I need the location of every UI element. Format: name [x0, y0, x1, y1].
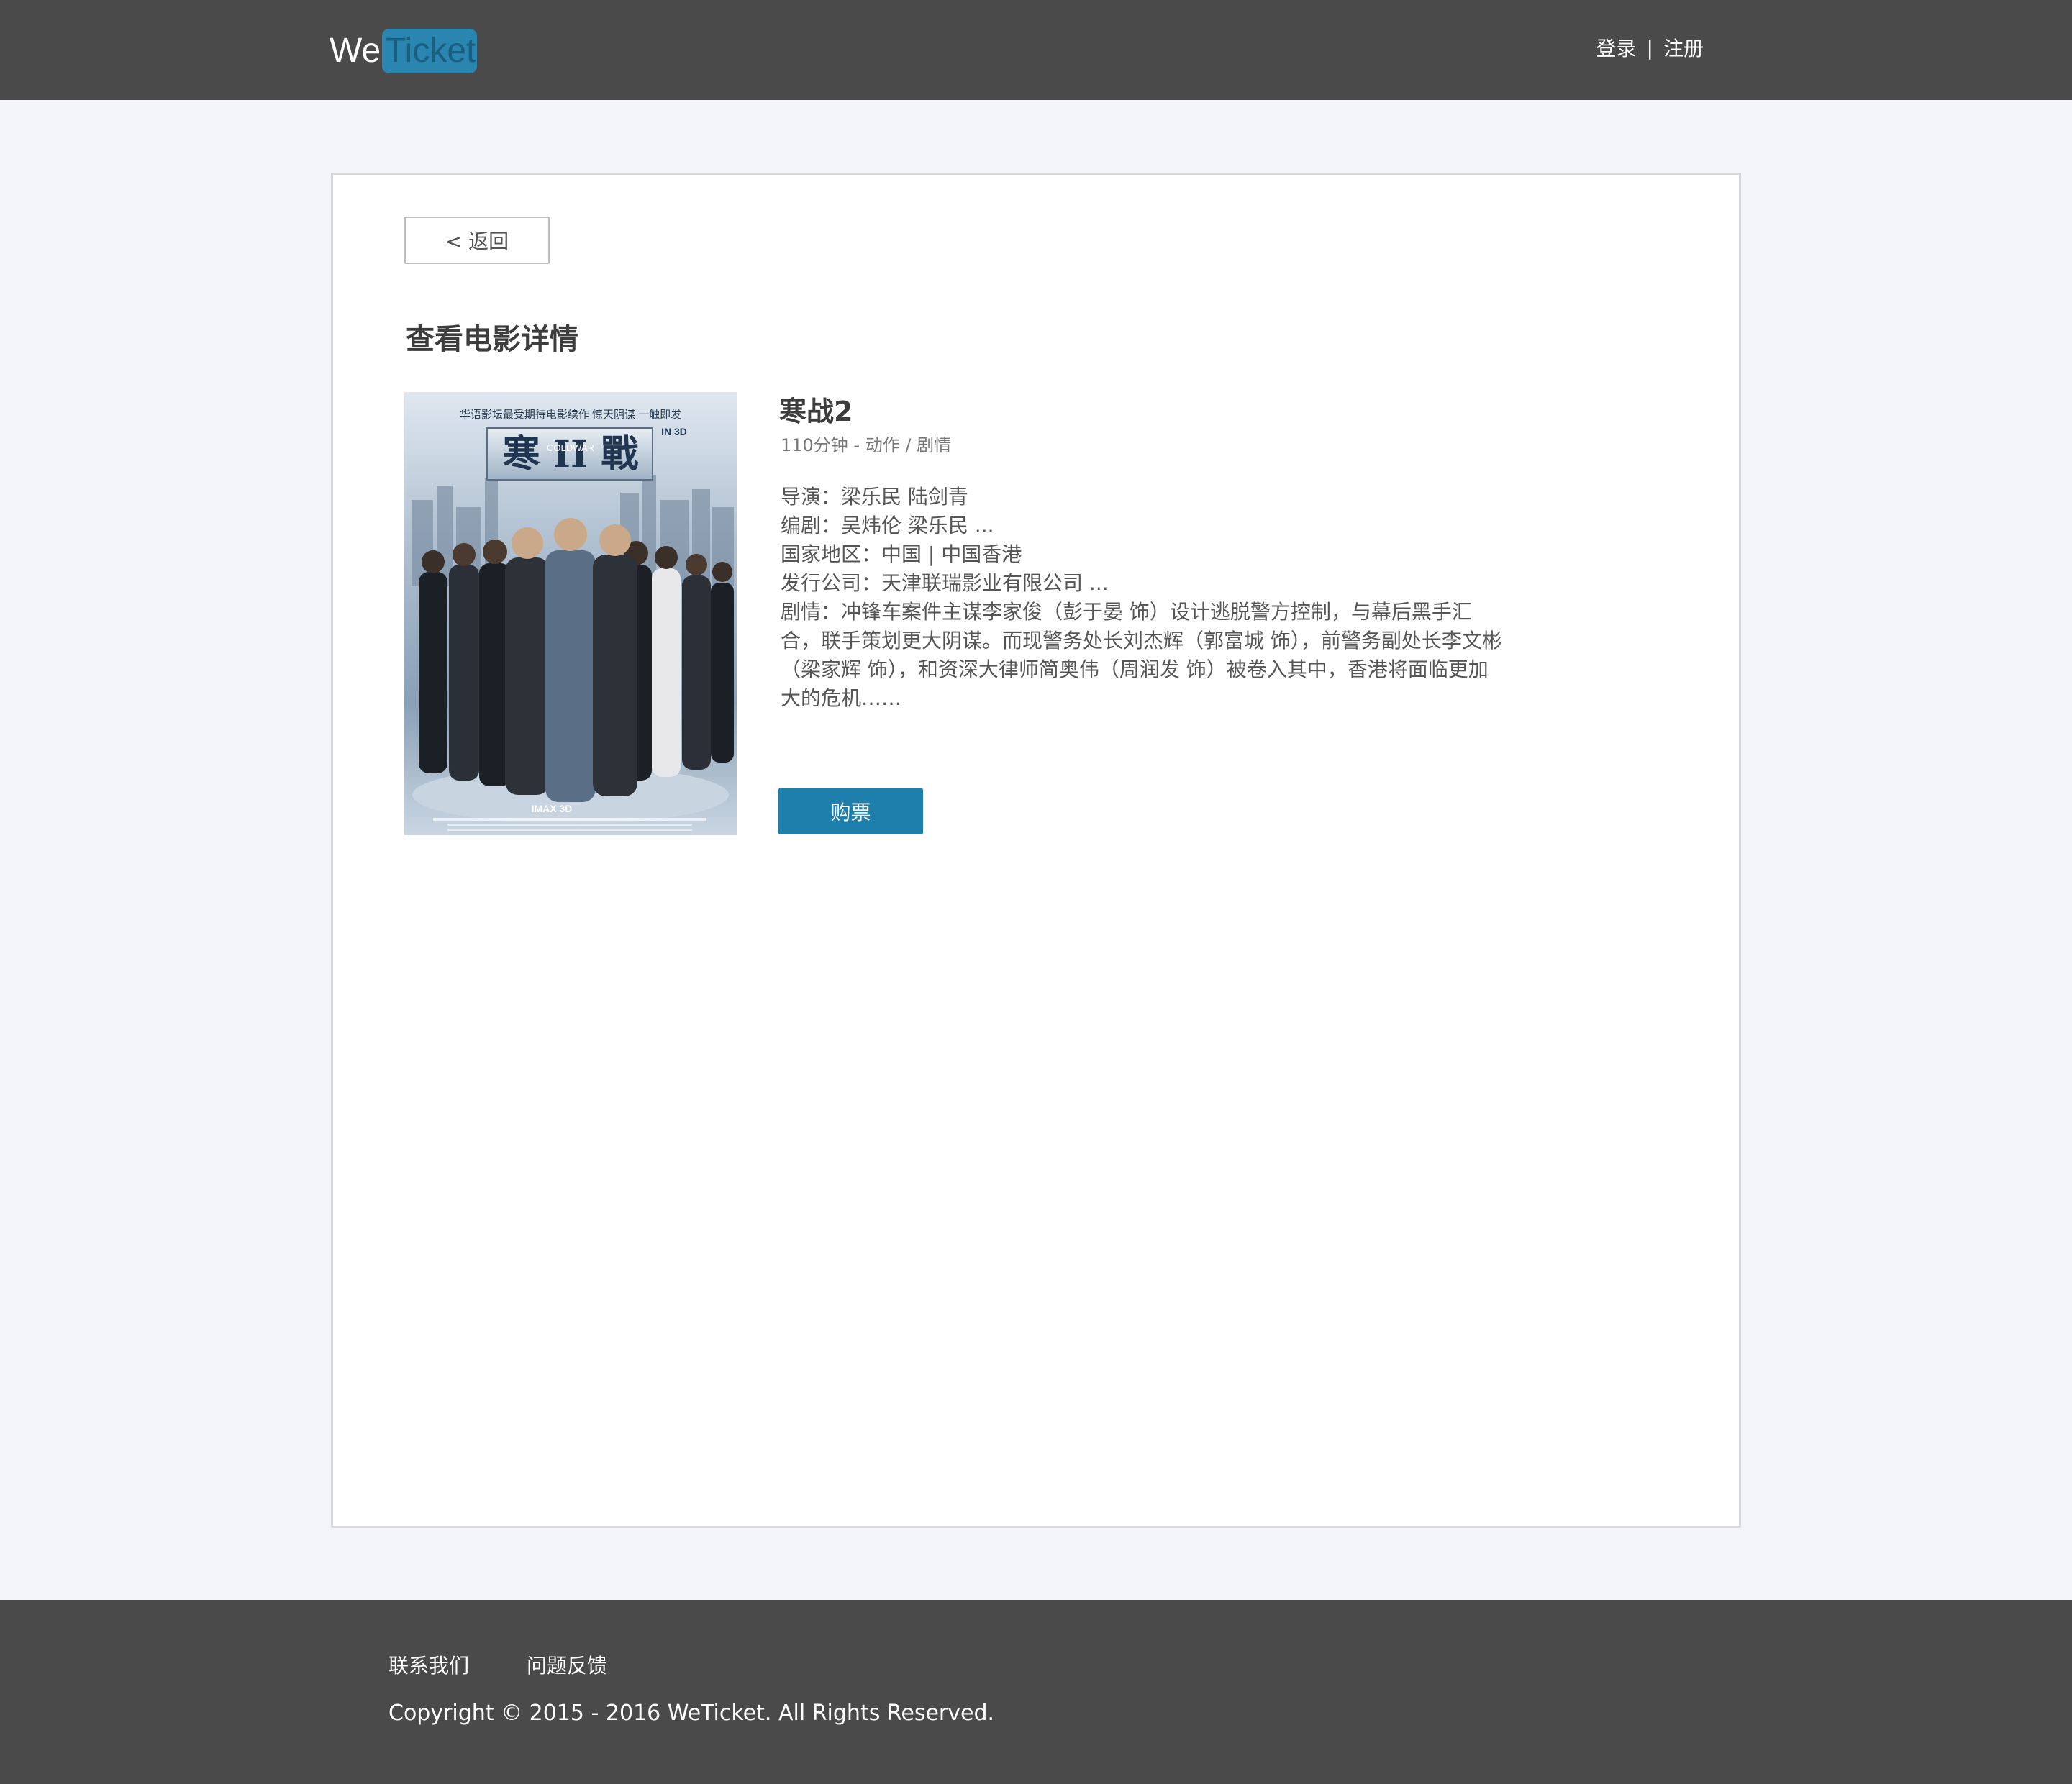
copyright-text: Copyright © 2015 - 2016 WeTicket. All Ri… — [388, 1701, 995, 1726]
buy-ticket-button[interactable]: 购票 — [778, 788, 923, 834]
movie-region: 国家地区：中国 | 中国香港 — [781, 542, 1022, 566]
back-button[interactable]: < 返回 — [404, 217, 550, 264]
feedback-link[interactable]: 问题反馈 — [527, 1650, 607, 1679]
movie-writer: 编剧：吴炜伦 梁乐民 ... — [781, 514, 994, 537]
auth-separator: | — [1646, 35, 1653, 60]
movie-poster-image: 华语影坛最受期待电影续作 惊天阴谋 一触即发 寒 II 戰 COLDWAR IN… — [404, 392, 737, 835]
movie-detail-card: < 返回 查看电影详情 华语影坛最受期待电影续作 惊天阴谋 一触即发 寒 II … — [331, 173, 1741, 1528]
footer-links: 联系我们 问题反馈 — [388, 1650, 607, 1679]
top-navbar: We Ticket 登录 | 注册 — [0, 0, 2072, 100]
movie-duration-genre: 110分钟 - 动作 / 剧情 — [781, 435, 952, 455]
poster-imax: IMAX 3D — [532, 803, 573, 814]
contact-us-link[interactable]: 联系我们 — [388, 1650, 469, 1679]
movie-info: 导演：梁乐民 陆剑青 编剧：吴炜伦 梁乐民 ... 国家地区：中国 | 中国香港… — [781, 483, 1507, 713]
page-title: 查看电影详情 — [406, 323, 578, 356]
register-link[interactable]: 注册 — [1663, 33, 1704, 62]
logo-ticket-badge: Ticket — [382, 29, 478, 73]
movie-director: 导演：梁乐民 陆剑青 — [781, 485, 968, 509]
movie-poster: 华语影坛最受期待电影续作 惊天阴谋 一触即发 寒 II 戰 COLDWAR IN… — [404, 392, 737, 835]
poster-title: 寒 II 戰 — [503, 432, 639, 476]
poster-tagline: 华语影坛最受期待电影续作 惊天阴谋 一触即发 — [460, 409, 681, 421]
movie-title: 寒战2 — [779, 396, 853, 427]
logo-we-text: We — [330, 32, 381, 70]
site-footer: 联系我们 问题反馈 Copyright © 2015 - 2016 WeTick… — [0, 1600, 2072, 1784]
weticket-logo[interactable]: We Ticket — [330, 29, 478, 73]
movie-distributor: 发行公司：天津联瑞影业有限公司 ... — [781, 571, 1109, 595]
movie-plot: 剧情：冲锋车案件主谋李家俊（彭于晏 饰）设计逃脱警方控制，与幕后黑手汇合，联手策… — [781, 600, 1502, 710]
poster-title-en: COLDWAR — [547, 442, 594, 453]
poster-format: IN 3D — [661, 426, 687, 437]
auth-links: 登录 | 注册 — [1596, 32, 1704, 63]
login-link[interactable]: 登录 — [1596, 33, 1637, 62]
